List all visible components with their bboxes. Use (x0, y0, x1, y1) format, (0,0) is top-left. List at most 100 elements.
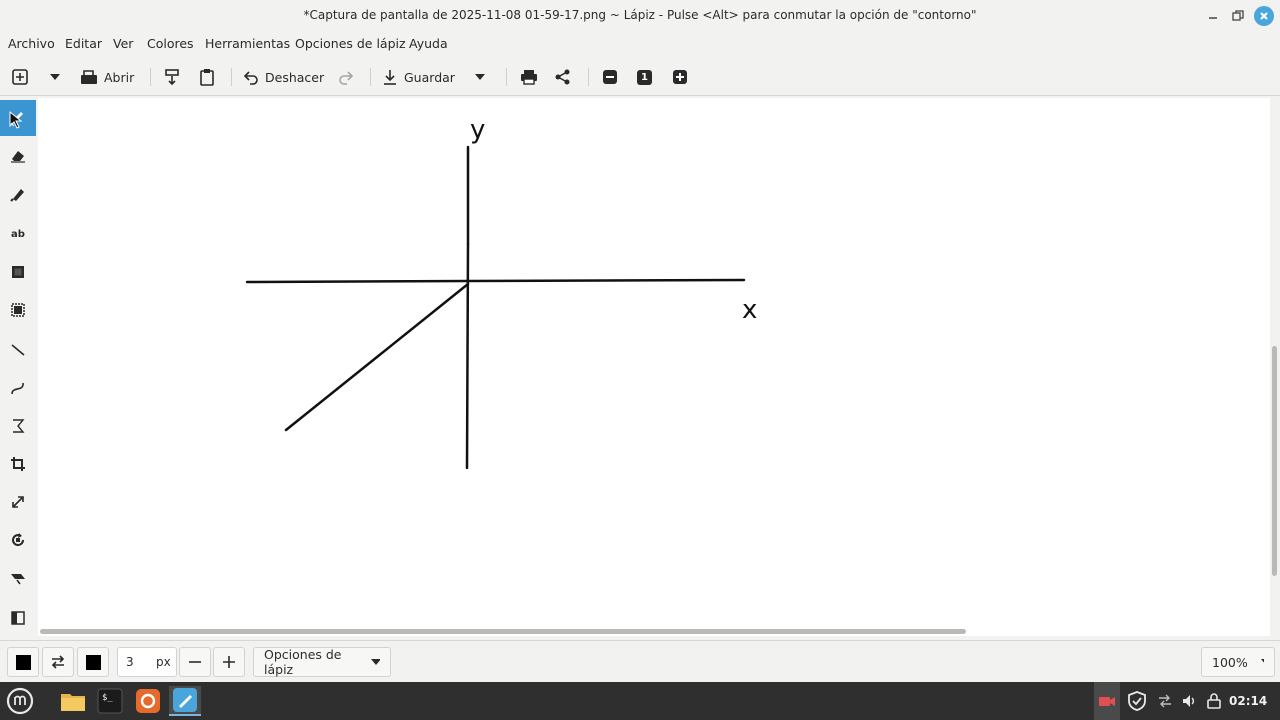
window-title: *Captura de pantalla de 2025-11-08 01-59… (303, 8, 977, 22)
save-button[interactable]: Guardar (382, 66, 455, 88)
menu-opciones-lapiz[interactable]: Opciones de lápiz (295, 36, 406, 51)
free-select-icon (11, 303, 25, 317)
redo-button[interactable] (338, 66, 354, 88)
tool-free-select[interactable] (0, 292, 36, 328)
skew-icon (11, 574, 25, 585)
primary-color-button[interactable] (7, 647, 39, 677)
shape-icon (13, 419, 25, 433)
clock[interactable]: 02:14 (1229, 694, 1267, 708)
menu-ver[interactable]: Ver (113, 36, 133, 51)
toolbar-separator (231, 68, 232, 86)
vertical-scrollbar[interactable] (1272, 346, 1277, 576)
tray-notifications[interactable] (1204, 682, 1224, 720)
tool-line[interactable] (0, 332, 36, 368)
download-icon (384, 70, 396, 85)
tool-rotate[interactable] (0, 522, 36, 558)
horizontal-scrollbar[interactable] (40, 629, 966, 634)
swap-colors-button[interactable] (42, 647, 74, 677)
tool-eraser[interactable] (0, 138, 36, 174)
tool-rect-select[interactable] (0, 254, 36, 290)
tool-size-field[interactable]: 3 px (117, 647, 177, 677)
paste-button[interactable] (199, 66, 215, 88)
video-camera-icon (1099, 697, 1115, 706)
open-button[interactable]: Abrir (80, 66, 134, 88)
start-menu-button[interactable] (4, 686, 36, 716)
open-icon (81, 70, 97, 84)
line-icon (11, 344, 25, 356)
tray-volume[interactable] (1179, 682, 1199, 720)
y-axis-label: y (470, 115, 485, 145)
tray-recording[interactable] (1094, 682, 1120, 720)
mint-menu-icon (6, 687, 34, 715)
close-button[interactable] (1254, 6, 1274, 26)
taskbar: $_ 02:14 (0, 682, 1280, 720)
new-dropdown-button[interactable] (48, 66, 62, 88)
taskbar-lapiz[interactable] (169, 686, 201, 716)
filters-icon (11, 611, 25, 625)
undo-icon (243, 71, 258, 85)
menu-editar[interactable]: Editar (65, 36, 102, 51)
title-bar: *Captura de pantalla de 2025-11-08 01-59… (0, 0, 1280, 32)
secondary-color-button[interactable] (77, 647, 109, 677)
undo-button[interactable]: Deshacer (243, 66, 324, 88)
options-bar: 3 px Opciones de lápiz 100% (0, 640, 1280, 682)
tool-text[interactable]: ab (0, 216, 36, 252)
tray-security[interactable] (1126, 682, 1148, 720)
zoom-one-icon: 1 (637, 69, 652, 85)
print-button[interactable] (520, 66, 538, 88)
rect-select-icon (12, 266, 24, 278)
zoom-label: 100% (1212, 654, 1248, 670)
menu-herramientas[interactable]: Herramientas (205, 36, 290, 51)
size-decrease-button[interactable] (179, 647, 211, 677)
drawing-canvas[interactable]: y x (38, 98, 1270, 636)
tool-skew[interactable] (0, 560, 36, 596)
menu-archivo[interactable]: Archivo (8, 36, 55, 51)
rotate-icon (12, 533, 25, 547)
tool-scale[interactable] (0, 484, 36, 520)
zoom-out-button[interactable] (602, 66, 618, 88)
lapiz-app-icon (173, 688, 197, 712)
size-increase-button[interactable] (213, 647, 245, 677)
tool-highlighter[interactable] (0, 176, 36, 212)
plus-icon (673, 70, 687, 84)
maximize-button[interactable] (1228, 6, 1248, 26)
minimize-button[interactable] (1203, 6, 1223, 26)
tool-crop[interactable] (0, 446, 36, 482)
minus-icon (603, 70, 617, 84)
tool-pencil[interactable] (0, 100, 36, 136)
terminal-icon: $_ (97, 688, 123, 714)
menu-ayuda[interactable]: Ayuda (409, 36, 448, 51)
toolbar-separator (370, 68, 371, 86)
tool-filters[interactable] (0, 600, 36, 636)
save-label: Guardar (404, 69, 455, 85)
undo-label: Deshacer (265, 69, 325, 85)
chevron-down-icon (50, 74, 60, 80)
minimize-icon (1209, 17, 1217, 19)
tool-shape[interactable] (0, 408, 36, 444)
import-button[interactable] (164, 66, 180, 88)
clipboard-icon (200, 69, 214, 86)
new-image-icon (12, 69, 28, 85)
share-button[interactable] (555, 66, 571, 88)
new-button[interactable] (11, 66, 29, 88)
zoom-menu-button[interactable]: 100% (1201, 647, 1275, 677)
crop-icon (11, 457, 25, 471)
canvas-drawing: y x (245, 115, 757, 470)
print-icon (521, 70, 537, 85)
y-axis-line-lower (465, 242, 470, 470)
chevron-down-icon (370, 659, 380, 665)
zoom-in-button[interactable] (672, 66, 688, 88)
taskbar-firefox[interactable] (132, 686, 164, 716)
curve-icon (11, 382, 24, 395)
save-dropdown-button[interactable] (473, 66, 487, 88)
menu-colores[interactable]: Colores (147, 36, 194, 51)
firefox-icon (136, 689, 160, 713)
tool-curve[interactable] (0, 370, 36, 406)
zoom-original-button[interactable]: 1 (637, 66, 652, 88)
minus-icon (189, 661, 201, 663)
tray-network[interactable] (1155, 682, 1175, 720)
primary-color-swatch (15, 654, 31, 670)
taskbar-terminal[interactable]: $_ (94, 686, 126, 716)
tool-options-menu-button[interactable]: Opciones de lápiz (253, 647, 391, 677)
taskbar-files[interactable] (57, 686, 89, 716)
